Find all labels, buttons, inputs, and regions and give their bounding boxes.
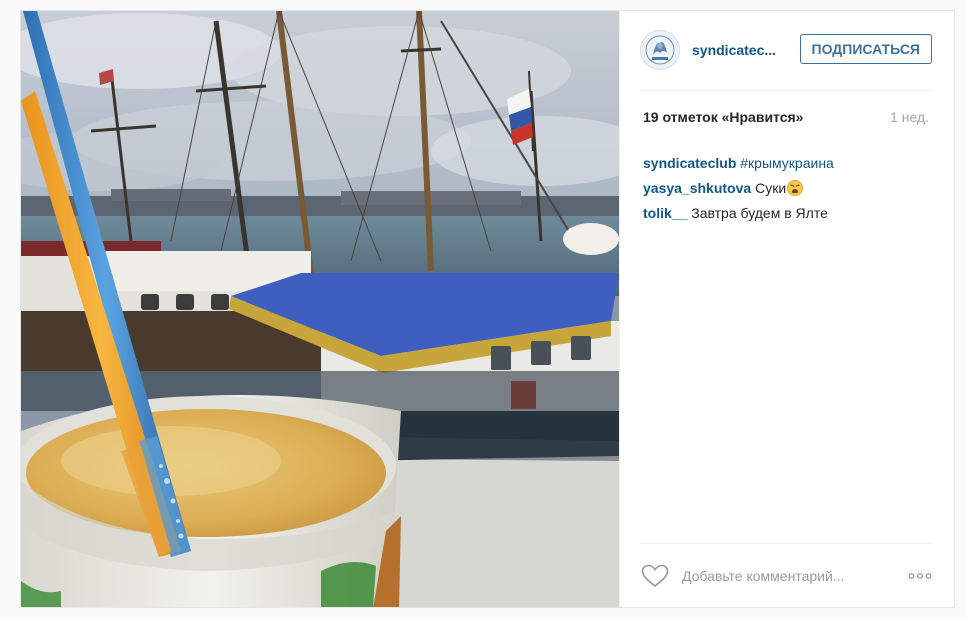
post-header: syndicatec... ПОДПИСАТЬСЯ <box>640 11 932 91</box>
comment-item: syndicateclub #крымукраина <box>643 154 932 172</box>
post-sidebar: syndicatec... ПОДПИСАТЬСЯ 19 отметок «Нр… <box>619 11 954 607</box>
likes-count[interactable]: 19 отметок «Нравится» <box>643 109 803 125</box>
follow-button[interactable]: ПОДПИСАТЬСЯ <box>799 34 932 64</box>
photo-harbor-drink <box>21 11 619 607</box>
comment-input[interactable] <box>682 565 897 587</box>
weary-face-emoji-icon <box>787 180 804 196</box>
comment-item: yasya_shkutova Суки <box>643 179 932 197</box>
post-photo[interactable] <box>21 11 619 607</box>
comment-username[interactable]: syndicateclub <box>643 155 736 171</box>
post-footer <box>640 543 932 607</box>
instagram-post: syndicatec... ПОДПИСАТЬСЯ 19 отметок «Нр… <box>20 10 955 608</box>
comment-username[interactable]: tolik__ <box>643 205 687 221</box>
likes-row: 19 отметок «Нравится» 1 нед. <box>643 109 929 129</box>
comment-list: syndicateclub #крымукраина yasya_shkutov… <box>643 147 932 222</box>
post-time[interactable]: 1 нед. <box>890 109 929 125</box>
comment-hashtag[interactable]: #крымукраина <box>740 155 834 171</box>
comment-item: tolik__ Завтра будем в Ялте <box>643 204 932 222</box>
heart-outline-icon[interactable] <box>641 564 669 588</box>
more-options-icon[interactable] <box>908 566 932 586</box>
comment-text: Суки <box>755 180 787 196</box>
avatar-logo-icon <box>642 32 678 68</box>
avatar[interactable] <box>640 30 680 70</box>
comment-text: Завтра будем в Ялте <box>691 205 828 221</box>
post-username[interactable]: syndicatec... <box>692 42 776 58</box>
comment-username[interactable]: yasya_shkutova <box>643 180 751 196</box>
